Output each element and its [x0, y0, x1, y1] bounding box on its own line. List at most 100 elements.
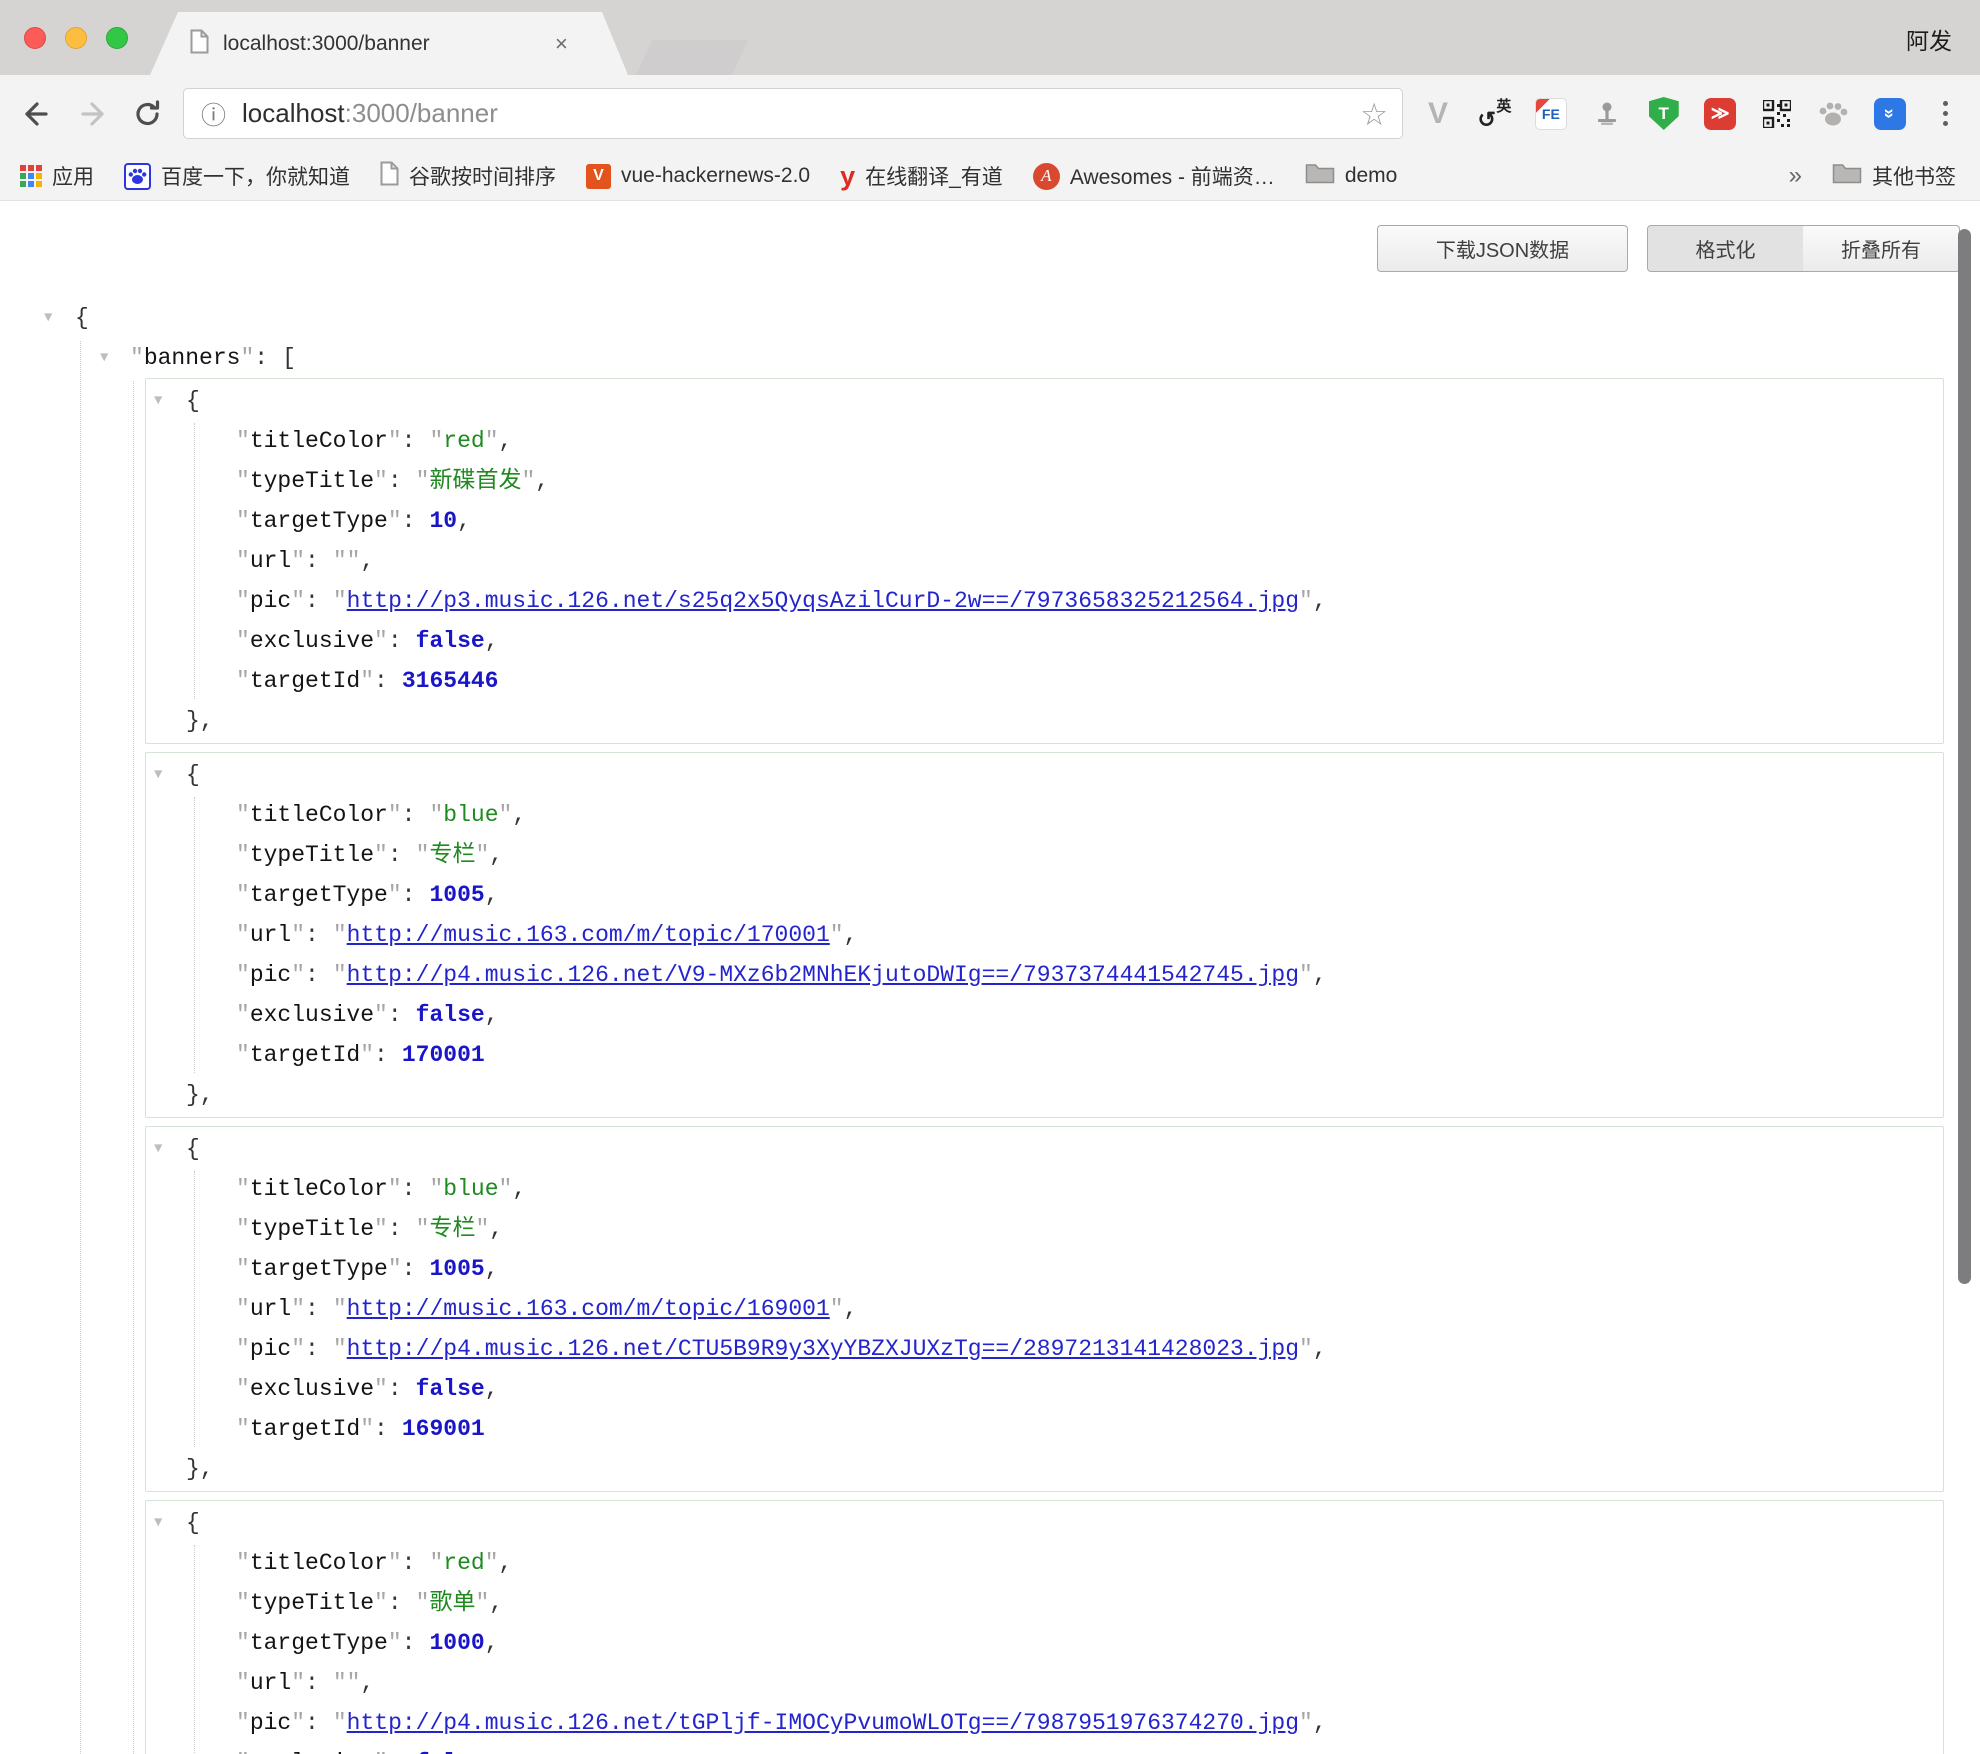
url-text[interactable]: localhost:3000/banner	[242, 98, 498, 129]
json-banners-key: banners:[	[0, 338, 1980, 378]
minimize-window-button[interactable]	[65, 27, 87, 49]
format-button[interactable]: 格式化	[1647, 225, 1804, 272]
json-field-targetType: targetType:1005,	[146, 875, 1943, 915]
collapse-triangle-icon[interactable]	[154, 381, 162, 421]
bookmark-label: Awesomes - 前端资…	[1070, 161, 1275, 191]
topic-url-link[interactable]: http://music.163.com/m/topic/169001	[347, 1296, 830, 1322]
pic-url-link[interactable]: http://p4.music.126.net/V9-MXz6b2MNhEKju…	[347, 962, 1299, 988]
json-punctuation: {	[75, 305, 89, 331]
collapse-triangle-icon[interactable]	[154, 755, 162, 795]
bookmark-baidu[interactable]: 百度一下，你就知道	[124, 161, 350, 191]
json-field-exclusive: exclusive:false,	[146, 1743, 1943, 1754]
bookmarks-bar: 应用 百度一下，你就知道 谷歌按时间排序 V vue-hackernews-2.…	[0, 152, 1980, 201]
sitemap-icon[interactable]	[1589, 96, 1625, 132]
json-field-url: url:,	[146, 1663, 1943, 1703]
baidu-paw-icon	[124, 163, 151, 190]
json-field-exclusive: exclusive:false,	[146, 621, 1943, 661]
json-punctuation: [	[282, 345, 296, 371]
json-field-pic: pic:http://p3.music.126.net/s25q2x5QyqsA…	[146, 581, 1943, 621]
bookmark-google-sort[interactable]: 谷歌按时间排序	[380, 161, 556, 192]
tampermonkey-icon[interactable]: T	[1646, 96, 1682, 132]
extensions-row: V 英↺ FE T ≫ »	[1420, 75, 1964, 152]
new-tab-button[interactable]	[636, 40, 748, 75]
json-object-open: {	[146, 381, 1943, 421]
json-field-url: url:http://music.163.com/m/topic/170001,	[146, 915, 1943, 955]
json-field-exclusive: exclusive:false,	[146, 1369, 1943, 1409]
pic-url-link[interactable]: http://p4.music.126.net/CTU5B9R9y3XyYBZX…	[347, 1336, 1299, 1362]
bookmark-star-icon[interactable]: ☆	[1360, 97, 1388, 133]
browser-toolbar: ⓘ localhost:3000/banner ☆ V 英↺ FE T ≫ »	[0, 75, 1980, 152]
bookmark-apps[interactable]: 应用	[20, 161, 94, 191]
bookmark-youdao[interactable]: y 在线翻译_有道	[840, 161, 1003, 191]
json-field-url: url:,	[146, 541, 1943, 581]
tab-close-icon[interactable]: ×	[555, 31, 568, 57]
topic-url-link[interactable]: http://music.163.com/m/topic/170001	[347, 922, 830, 948]
zoom-window-button[interactable]	[106, 27, 128, 49]
window-controls	[24, 27, 128, 49]
json-field-targetType: targetType:1000,	[146, 1623, 1943, 1663]
sign-in-helper-icon[interactable]: »	[1872, 96, 1908, 132]
json-field-url: url:http://music.163.com/m/topic/169001,	[146, 1289, 1943, 1329]
pic-url-link[interactable]: http://p3.music.126.net/s25q2x5QyqsAzilC…	[347, 588, 1299, 614]
reload-button[interactable]	[130, 97, 166, 131]
bookmark-label: vue-hackernews-2.0	[621, 164, 810, 188]
qr-code-icon[interactable]	[1759, 96, 1795, 132]
collapse-triangle-icon[interactable]	[100, 338, 108, 378]
json-field-targetId: targetId:169001	[146, 1409, 1943, 1449]
download-json-button[interactable]: 下载JSON数据	[1377, 225, 1628, 272]
json-field-pic: pic:http://p4.music.126.net/tGPljf-IMOCy…	[146, 1703, 1943, 1743]
json-field-pic: pic:http://p4.music.126.net/V9-MXz6b2MNh…	[146, 955, 1943, 995]
close-window-button[interactable]	[24, 27, 46, 49]
json-object-close: },	[146, 1449, 1943, 1489]
collapse-triangle-icon[interactable]	[44, 298, 52, 338]
fe-helper-icon[interactable]: FE	[1533, 96, 1569, 132]
json-field-targetType: targetType:1005,	[146, 1249, 1943, 1289]
back-button[interactable]	[18, 97, 54, 131]
collapse-triangle-icon[interactable]	[154, 1129, 162, 1169]
bookmarks-overflow-chevron[interactable]: »	[1789, 162, 1802, 190]
bookmark-folder-demo[interactable]: demo	[1305, 162, 1398, 190]
json-field-typeTitle: typeTitle:专栏,	[146, 1209, 1943, 1249]
media-helper-icon[interactable]: ≫	[1702, 96, 1738, 132]
forward-button[interactable]	[75, 97, 111, 131]
vue-icon: V	[586, 164, 611, 189]
json-object-close: },	[146, 1075, 1943, 1115]
apps-grid-icon	[20, 165, 42, 187]
paw-icon[interactable]	[1815, 96, 1851, 132]
page-info-icon[interactable]: ⓘ	[201, 96, 226, 132]
collapse-all-button[interactable]: 折叠所有	[1803, 225, 1960, 272]
banner-object: { titleColor:blue, typeTitle:专栏, targetT…	[145, 752, 1944, 1118]
json-object-open: {	[146, 755, 1943, 795]
json-field-targetType: targetType:10,	[146, 501, 1943, 541]
banner-object: { titleColor:red, typeTitle:歌单, targetTy…	[145, 1500, 1944, 1754]
json-root-open: {	[0, 298, 1980, 338]
json-field-titleColor: titleColor:red,	[146, 1543, 1943, 1583]
folder-icon	[1305, 162, 1335, 190]
bookmark-vue-hackernews[interactable]: V vue-hackernews-2.0	[586, 164, 810, 189]
bookmark-label: 谷歌按时间排序	[409, 161, 556, 191]
collapse-triangle-icon[interactable]	[154, 1503, 162, 1543]
youdao-icon: y	[840, 163, 855, 190]
tab-title: localhost:3000/banner	[223, 32, 553, 56]
awesomes-icon: A	[1033, 163, 1060, 190]
json-punctuation: {	[186, 388, 200, 414]
bookmark-label: demo	[1345, 164, 1398, 188]
browser-user-label: 阿发	[1906, 22, 1952, 56]
json-field-targetId: targetId:170001	[146, 1035, 1943, 1075]
page-content: 下载JSON数据 格式化 折叠所有 { banners:[ { titleCol…	[0, 201, 1980, 1754]
translator-icon[interactable]: 英↺	[1476, 96, 1512, 132]
browser-menu-icon[interactable]	[1928, 96, 1964, 132]
json-field-typeTitle: typeTitle:专栏,	[146, 835, 1943, 875]
vertical-scrollbar[interactable]	[1958, 229, 1971, 1284]
pic-url-link[interactable]: http://p4.music.126.net/tGPljf-IMOCyPvum…	[347, 1710, 1299, 1736]
bookmark-folder-others[interactable]: 其他书签	[1832, 161, 1956, 191]
browser-tab[interactable]: localhost:3000/banner ×	[150, 12, 628, 75]
vue-devtools-icon[interactable]: V	[1420, 96, 1456, 132]
json-field-titleColor: titleColor:red,	[146, 421, 1943, 461]
json-punctuation: {	[186, 762, 200, 788]
json-field-pic: pic:http://p4.music.126.net/CTU5B9R9y3Xy…	[146, 1329, 1943, 1369]
json-field-typeTitle: typeTitle:新碟首发,	[146, 461, 1943, 501]
address-bar[interactable]: ⓘ localhost:3000/banner ☆	[183, 88, 1403, 139]
json-object-open: {	[146, 1129, 1943, 1169]
bookmark-awesomes[interactable]: A Awesomes - 前端资…	[1033, 161, 1275, 191]
